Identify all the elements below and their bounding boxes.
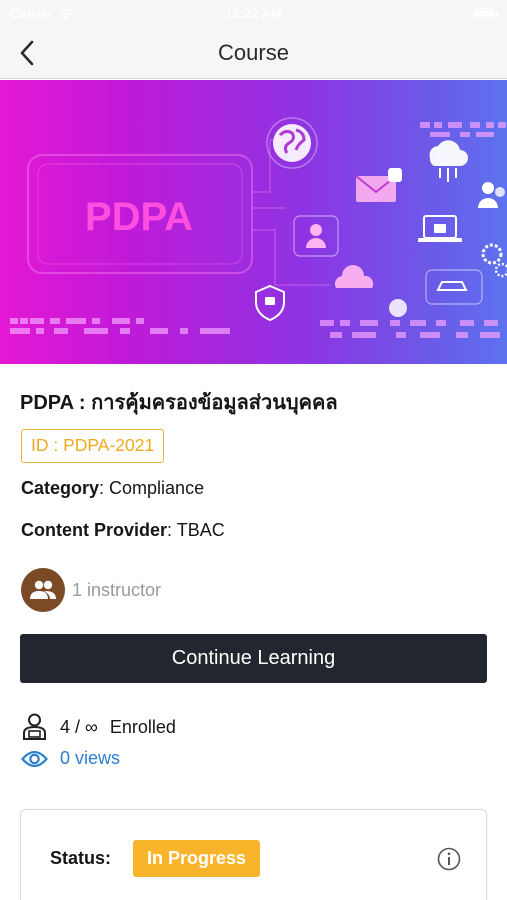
enrolled-label: Enrolled bbox=[109, 716, 176, 737]
banner-illustration: PDPA bbox=[10, 117, 507, 338]
cloud-data-icon bbox=[334, 265, 374, 288]
users-icon bbox=[478, 182, 505, 208]
provider-row: Content Provider: TBAC bbox=[21, 520, 225, 541]
page-title: Course bbox=[218, 40, 289, 65]
enrolled-user-icon bbox=[23, 713, 46, 740]
instructor-row[interactable]: 1 instructor bbox=[21, 568, 161, 612]
clock: 12:22 AM bbox=[225, 6, 282, 21]
views-row: 0 views bbox=[21, 748, 120, 769]
enrolled-row: 4 / ∞ Enrolled bbox=[21, 713, 176, 741]
cloud-icon bbox=[429, 140, 468, 182]
status-card: Status: In Progress bbox=[20, 809, 487, 900]
category-value: : Compliance bbox=[99, 478, 205, 498]
navigation-bar: Course bbox=[0, 28, 507, 79]
status-badge: In Progress bbox=[133, 840, 261, 877]
course-id-badge: ID : PDPA-2021 bbox=[21, 429, 165, 463]
category-row: Category: Compliance bbox=[21, 478, 204, 499]
status-label: Status: bbox=[50, 848, 112, 868]
instructor-count: 1 instructor bbox=[72, 579, 162, 600]
views-count: 0 views bbox=[60, 748, 121, 768]
status-bar: Carrier 12:22 AM bbox=[0, 0, 507, 28]
course-title: PDPA : การคุ้มครองข้อมูลส่วนบุคคล bbox=[20, 392, 338, 414]
connected-device-icon bbox=[425, 269, 483, 305]
mail-icon bbox=[355, 168, 402, 202]
globe-icon bbox=[266, 117, 318, 169]
instructor-avatar bbox=[21, 568, 65, 612]
laptop-lock-icon bbox=[418, 215, 462, 242]
banner-title: PDPA bbox=[85, 195, 193, 239]
gear-icon bbox=[481, 243, 507, 278]
course-banner: PDPA bbox=[0, 80, 507, 364]
small-globe-icon bbox=[389, 299, 407, 317]
continue-learning-button[interactable]: Continue Learning bbox=[20, 634, 487, 683]
provider-label: Content Provider bbox=[21, 520, 168, 540]
provider-value: : TBAC bbox=[167, 520, 225, 540]
eye-icon bbox=[21, 750, 48, 767]
user-sync-icon bbox=[293, 215, 339, 257]
category-label: Category bbox=[21, 478, 100, 498]
shield-icon bbox=[255, 284, 285, 322]
enrolled-count: 4 / ∞ bbox=[60, 716, 98, 737]
group-icon bbox=[30, 580, 56, 599]
info-icon[interactable] bbox=[437, 847, 461, 871]
battery-icon bbox=[473, 8, 498, 19]
